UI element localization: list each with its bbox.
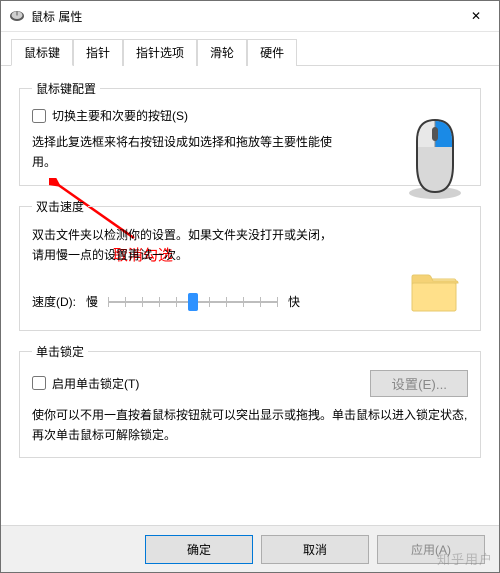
dialog-body: 鼠标键配置 切换主要和次要的按钮(S) 选择此复选框来将右按钮设成如选择和拖放等… bbox=[1, 66, 499, 525]
group-clicklock: 单击锁定 启用单击锁定(T) 设置(E)... 使你可以不用一直按着鼠标按钮就可… bbox=[19, 343, 481, 459]
tab-pointer-options[interactable]: 指针选项 bbox=[123, 39, 197, 66]
clicklock-settings-button: 设置(E)... bbox=[370, 370, 468, 397]
tab-pointers[interactable]: 指针 bbox=[73, 39, 123, 66]
mouse-preview-image bbox=[404, 113, 466, 204]
fast-label: 快 bbox=[288, 293, 300, 310]
doubleclick-description: 双击文件夹以检测你的设置。如果文件夹没打开或关闭，请用慢一点的设置再试一次。 bbox=[32, 225, 342, 266]
slider-thumb[interactable] bbox=[188, 293, 198, 311]
group-doubleclick-legend: 双击速度 bbox=[32, 198, 88, 215]
close-icon: ✕ bbox=[471, 9, 481, 23]
switch-buttons-checkbox[interactable] bbox=[32, 109, 46, 123]
speed-label: 速度(D): bbox=[32, 293, 76, 310]
switch-buttons-description: 选择此复选框来将右按钮设成如选择和拖放等主要性能使用。 bbox=[32, 132, 332, 173]
slow-label: 慢 bbox=[86, 293, 98, 310]
cancel-button[interactable]: 取消 bbox=[261, 535, 369, 564]
tab-hardware[interactable]: 硬件 bbox=[247, 39, 297, 66]
window-title: 鼠标 属性 bbox=[31, 8, 453, 25]
titlebar: 鼠标 属性 ✕ bbox=[1, 1, 499, 32]
clicklock-checkbox[interactable] bbox=[32, 376, 46, 390]
close-button[interactable]: ✕ bbox=[453, 1, 499, 31]
clicklock-description: 使你可以不用一直按着鼠标按钮就可以突出显示或拖拽。单击鼠标以进入锁定状态,再次单… bbox=[32, 405, 468, 446]
mouse-icon bbox=[9, 10, 25, 22]
tab-strip: 鼠标键 指针 指针选项 滑轮 硬件 bbox=[1, 32, 499, 66]
group-button-config: 鼠标键配置 切换主要和次要的按钮(S) 选择此复选框来将右按钮设成如选择和拖放等… bbox=[19, 80, 481, 186]
dialog-footer: 确定 取消 应用(A) bbox=[1, 525, 499, 572]
mouse-properties-window: 鼠标 属性 ✕ 鼠标键 指针 指针选项 滑轮 硬件 鼠标键配置 切换主要和次要的… bbox=[0, 0, 500, 573]
folder-test-icon[interactable] bbox=[408, 269, 460, 318]
apply-button[interactable]: 应用(A) bbox=[377, 535, 485, 564]
clicklock-label[interactable]: 启用单击锁定(T) bbox=[52, 375, 139, 392]
group-clicklock-legend: 单击锁定 bbox=[32, 343, 88, 360]
doubleclick-speed-slider[interactable] bbox=[108, 292, 278, 312]
tab-mouse-buttons[interactable]: 鼠标键 bbox=[11, 39, 73, 66]
ok-button[interactable]: 确定 bbox=[145, 535, 253, 564]
group-doubleclick: 双击速度 双击文件夹以检测你的设置。如果文件夹没打开或关闭，请用慢一点的设置再试… bbox=[19, 198, 481, 331]
tab-wheel[interactable]: 滑轮 bbox=[197, 39, 247, 66]
switch-buttons-label[interactable]: 切换主要和次要的按钮(S) bbox=[52, 107, 188, 124]
group-button-config-legend: 鼠标键配置 bbox=[32, 80, 100, 97]
